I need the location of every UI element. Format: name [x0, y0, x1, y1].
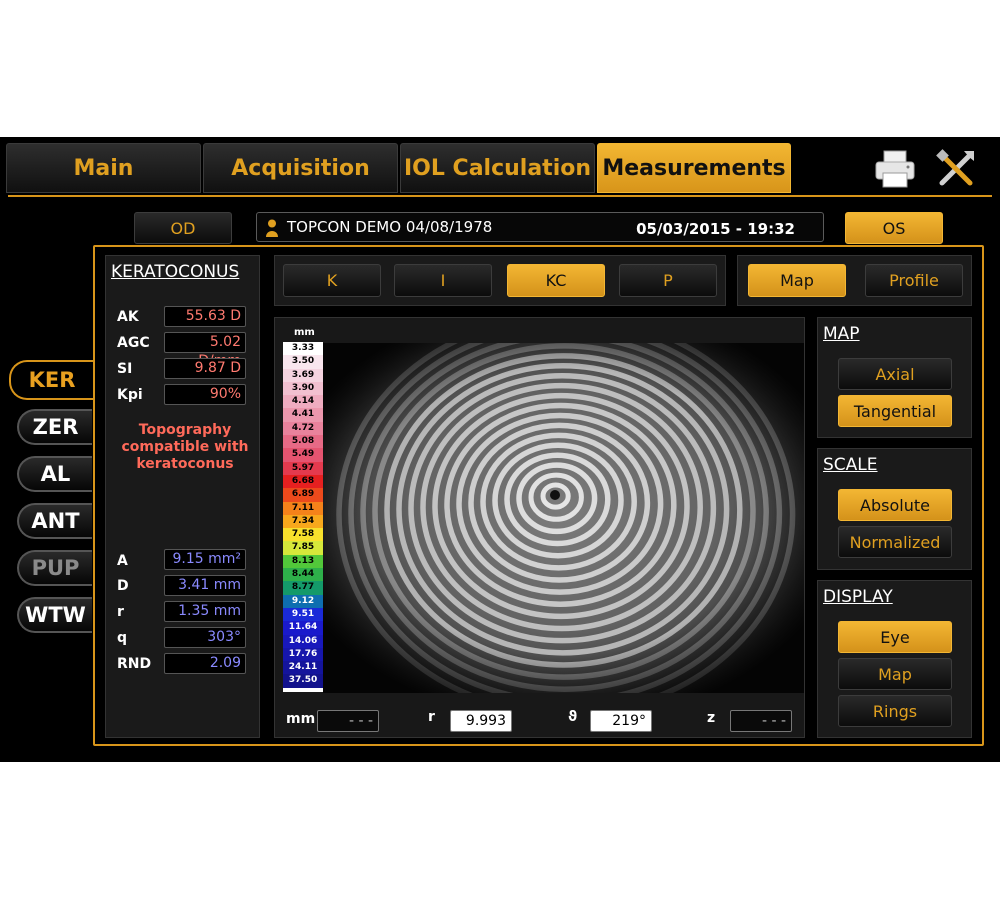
index-label-si: SI	[117, 361, 133, 377]
index-value-agc: 5.02 D/mm	[164, 332, 246, 369]
index-label-kpi: Kpi	[117, 387, 143, 403]
side-tab-al[interactable]: AL	[17, 456, 92, 492]
color-scale-step: 3.69	[283, 368, 323, 382]
zone-value-q: 303°	[164, 627, 246, 648]
zone-value-d: 3.41 mm	[164, 575, 246, 596]
coord-value-z: - - -	[730, 710, 792, 732]
zone-value-a: 9.15 mm²	[164, 549, 246, 570]
scale-option-absolute[interactable]: Absolute	[838, 489, 952, 521]
coord-value-r: 9.993	[450, 710, 512, 732]
color-scale-step: 4.72	[283, 421, 323, 436]
eye-image[interactable]	[323, 343, 804, 693]
display-option-eye[interactable]: Eye	[838, 621, 952, 653]
side-tab-ker[interactable]: KER	[9, 360, 93, 400]
keratoconus-title: KERATOCONUS	[111, 262, 240, 282]
patient-bar: TOPCON DEMO 04/08/1978 05/03/2015 - 19:3…	[256, 212, 824, 242]
color-scale-step: 7.85	[283, 541, 323, 555]
od-button[interactable]: OD	[134, 212, 232, 244]
coord-label-theta: ϑ	[568, 709, 578, 725]
view-button-profile[interactable]: Profile	[865, 264, 963, 297]
mode-button-kc[interactable]: KC	[507, 264, 605, 297]
coord-label-mm: mm	[286, 711, 316, 727]
color-scale-step: 7.58	[283, 528, 323, 542]
index-label-agc: AGC	[117, 335, 150, 351]
color-scale: 3.33 3.50 3.69 3.90 4.14 4.41 4.72 5.08 5.49 5.97…	[283, 342, 323, 692]
color-scale-step: 3.90	[283, 381, 323, 396]
keratoconus-message: Topography compatible with keratoconus	[121, 422, 249, 472]
color-scale-step: 37.50	[283, 674, 323, 688]
map-option-axial[interactable]: Axial	[838, 358, 952, 390]
color-scale-step: 6.68	[283, 474, 323, 489]
coord-value-theta: 219°	[590, 710, 652, 732]
color-scale-step: 14.06	[283, 634, 323, 648]
coord-value-mm: - - -	[317, 710, 379, 732]
zone-value-rnd: 2.09	[164, 653, 246, 674]
zone-label-rnd: RND	[117, 656, 152, 672]
mode-button-p[interactable]: P	[619, 264, 717, 297]
color-scale-step: 11.64	[283, 621, 323, 635]
color-scale-unit: mm	[294, 327, 315, 338]
zone-label-a: A	[117, 553, 128, 569]
tab-iol-calculation[interactable]: IOL Calculation	[400, 143, 595, 193]
color-scale-step: 9.51	[283, 607, 323, 622]
mode-button-k[interactable]: K	[283, 264, 381, 297]
index-value-kpi: 90%	[164, 384, 246, 405]
zone-value-r: 1.35 mm	[164, 601, 246, 622]
color-scale-step: 6.89	[283, 488, 323, 502]
color-scale-step: 5.97	[283, 461, 323, 475]
color-scale-step: 3.33	[283, 342, 323, 356]
mode-button-i[interactable]: I	[394, 264, 492, 297]
color-scale-step: 8.13	[283, 554, 323, 569]
map-option-tangential[interactable]: Tangential	[838, 395, 952, 427]
patient-icon	[266, 219, 278, 237]
coord-label-r: r	[428, 709, 435, 725]
app-window: Main Acquisition IOL Calculation Measure…	[0, 137, 1000, 762]
color-scale-step: 4.14	[283, 395, 323, 409]
color-scale-step: 4.41	[283, 408, 323, 422]
os-button[interactable]: OS	[845, 212, 943, 244]
patient-name: TOPCON DEMO 04/08/1978	[287, 218, 493, 236]
color-scale-step: 3.50	[283, 355, 323, 369]
index-value-ak: 55.63 D	[164, 306, 246, 327]
exam-datetime: 05/03/2015 - 19:32	[636, 220, 795, 238]
color-scale-step: 5.49	[283, 448, 323, 462]
side-tab-ant[interactable]: ANT	[17, 503, 92, 539]
side-tab-zer[interactable]: ZER	[17, 409, 92, 445]
zone-label-d: D	[117, 578, 129, 594]
color-scale-step: 7.34	[283, 514, 323, 529]
tab-acquisition[interactable]: Acquisition	[203, 143, 398, 193]
view-button-map[interactable]: Map	[748, 264, 846, 297]
scale-option-normalized[interactable]: Normalized	[838, 526, 952, 558]
side-tab-pup: PUP	[17, 550, 92, 586]
display-section-title: DISPLAY	[823, 587, 893, 607]
coord-label-z: z	[707, 710, 716, 726]
scale-section-title: SCALE	[823, 455, 878, 475]
tools-icon[interactable]	[934, 147, 978, 191]
display-option-rings[interactable]: Rings	[838, 695, 952, 727]
map-section-title: MAP	[823, 324, 860, 344]
index-value-si: 9.87 D	[164, 358, 246, 379]
display-option-map[interactable]: Map	[838, 658, 952, 690]
tab-measurements[interactable]: Measurements	[597, 143, 791, 193]
side-tab-wtw[interactable]: WTW	[17, 597, 92, 633]
zone-label-q: q	[117, 630, 128, 646]
color-scale-step: 24.11	[283, 661, 323, 675]
color-scale-step: 7.11	[283, 501, 323, 515]
color-scale-step: 8.77	[283, 581, 323, 595]
color-scale-step: 5.08	[283, 435, 323, 449]
placido-rings	[323, 343, 804, 693]
zone-label-r: r	[117, 604, 124, 620]
color-scale-step: 17.76	[283, 647, 323, 662]
index-label-ak: AK	[117, 309, 139, 325]
color-scale-step: 8.44	[283, 568, 323, 582]
printer-icon[interactable]	[873, 149, 917, 189]
tab-main[interactable]: Main	[6, 143, 201, 193]
color-scale-step: 9.12	[283, 594, 323, 608]
tab-strip-divider	[8, 195, 992, 197]
